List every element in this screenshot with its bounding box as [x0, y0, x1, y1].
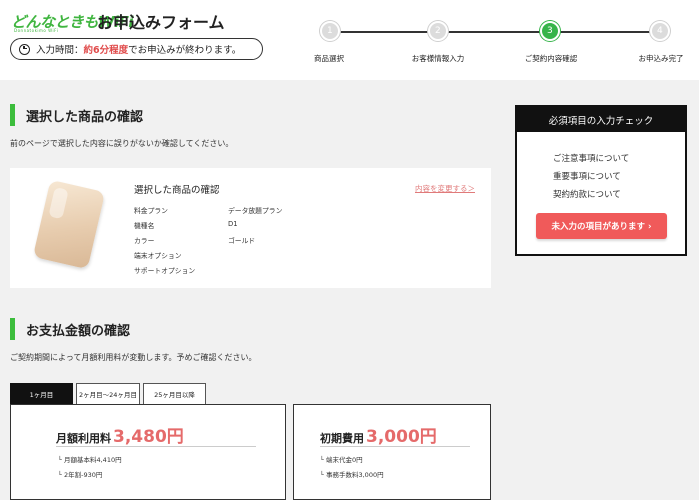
step-1: 1 — [315, 16, 345, 46]
time-highlight: 約6分程度 — [83, 45, 129, 56]
tab-month-1[interactable]: 1ヶ月目 — [10, 383, 73, 404]
spec-label-device-option: 端末オプション — [134, 252, 182, 260]
required-check-panel: 必須項目の入力チェック ご注意事項について 重要事項について 契約約款について … — [515, 105, 687, 256]
initial-fee-title: 初期費用 3,000円 — [320, 422, 437, 447]
initial-fee-label: 初期費用 — [320, 432, 364, 445]
spec-label-color: カラー — [134, 237, 155, 245]
step-3-label: ご契約内容確認 — [524, 54, 578, 63]
spec-label-plan: 料金プラン — [134, 207, 168, 215]
spec-label-support-option: サポートオプション — [134, 267, 196, 275]
payment-section-heading: お支払金額の確認 — [10, 318, 130, 340]
spec-value-color: ゴールド — [228, 237, 256, 245]
product-section-heading: 選択した商品の確認 — [10, 104, 143, 126]
clock-icon — [19, 43, 30, 55]
product-card-title: 選択した商品の確認 — [134, 185, 220, 196]
tab-month-25-plus[interactable]: 25ヶ月目以降 — [143, 383, 206, 404]
divider — [56, 446, 256, 447]
step-1-number: 1 — [327, 25, 333, 36]
time-prefix: 入力時間： — [36, 45, 84, 56]
check-panel-title: 必須項目の入力チェック — [517, 107, 685, 132]
step-3-number: 3 — [547, 25, 553, 36]
progress-line — [328, 31, 660, 33]
incomplete-items-button[interactable]: 未入力の項目があります › — [536, 213, 667, 239]
divider — [320, 446, 470, 447]
check-item-terms[interactable]: 契約約款について — [553, 188, 621, 200]
spec-label-model: 機種名 — [134, 222, 155, 230]
step-4-circle: 4 — [645, 16, 675, 46]
time-suffix: でお申込みが終わります。 — [128, 45, 242, 56]
monthly-fee-title: 月額利用料 3,480円 — [56, 422, 184, 447]
step-2: 2 — [423, 16, 453, 46]
check-item-notes[interactable]: ご注意事項について — [553, 152, 629, 164]
step-1-circle: 1 — [315, 16, 345, 46]
spec-value-model: D1 — [228, 220, 238, 228]
device-price: └ 端末代金0円 — [320, 456, 363, 464]
step-3-circle: 3 — [535, 16, 565, 46]
product-card: 選択した商品の確認 内容を変更する＞ 料金プラン データ放題プラン 機種名 D1… — [10, 168, 491, 288]
payment-section-description: ご契約期間によって月額利用料が変動します。予めご確認ください。 — [10, 353, 257, 362]
logo-subtext: Donnatokimo WiFi — [14, 28, 59, 33]
monthly-base-fee: └ 月額基本料4,410円 — [58, 456, 122, 464]
page-title: お申込みフォーム — [97, 13, 225, 32]
product-section-description: 前のページで選択した内容に誤りがないか確認してください。 — [10, 139, 234, 148]
step-4-label: お申込み完了 — [638, 54, 684, 63]
admin-fee: └ 事務手数料3,000円 — [320, 471, 384, 479]
step-4-number: 4 — [657, 25, 663, 36]
monthly-fee-label: 月額利用料 — [56, 432, 111, 445]
monthly-fee-card: 月額利用料 3,480円 └ 月額基本料4,410円 └ 2年割-930円 — [10, 404, 286, 500]
initial-fee-card: 初期費用 3,000円 └ 端末代金0円 └ 事務手数料3,000円 — [293, 404, 491, 500]
input-time-notice: 入力時間： 約6分程度 でお申込みが終わります。 — [10, 38, 263, 60]
two-year-discount: └ 2年割-930円 — [58, 471, 103, 479]
step-2-number: 2 — [435, 25, 441, 36]
step-1-label: 商品選択 — [314, 54, 344, 63]
step-4: 4 — [645, 16, 675, 46]
header: どんなときもWiFi Donnatokimo WiFi お申込みフォーム 入力時… — [0, 0, 699, 80]
initial-fee-amount: 3,000円 — [366, 427, 437, 447]
change-selection-link[interactable]: 内容を変更する＞ — [415, 183, 475, 194]
check-item-important[interactable]: 重要事項について — [553, 170, 621, 182]
step-2-circle: 2 — [423, 16, 453, 46]
spec-value-plan: データ放題プラン — [228, 207, 283, 215]
step-3: 3 — [535, 16, 565, 46]
router-device-image — [32, 179, 106, 270]
tab-month-2-24[interactable]: 2ヶ月目〜24ヶ月目 — [76, 383, 140, 404]
step-2-label: お客様情報入力 — [411, 54, 465, 63]
monthly-fee-amount: 3,480円 — [113, 427, 184, 447]
